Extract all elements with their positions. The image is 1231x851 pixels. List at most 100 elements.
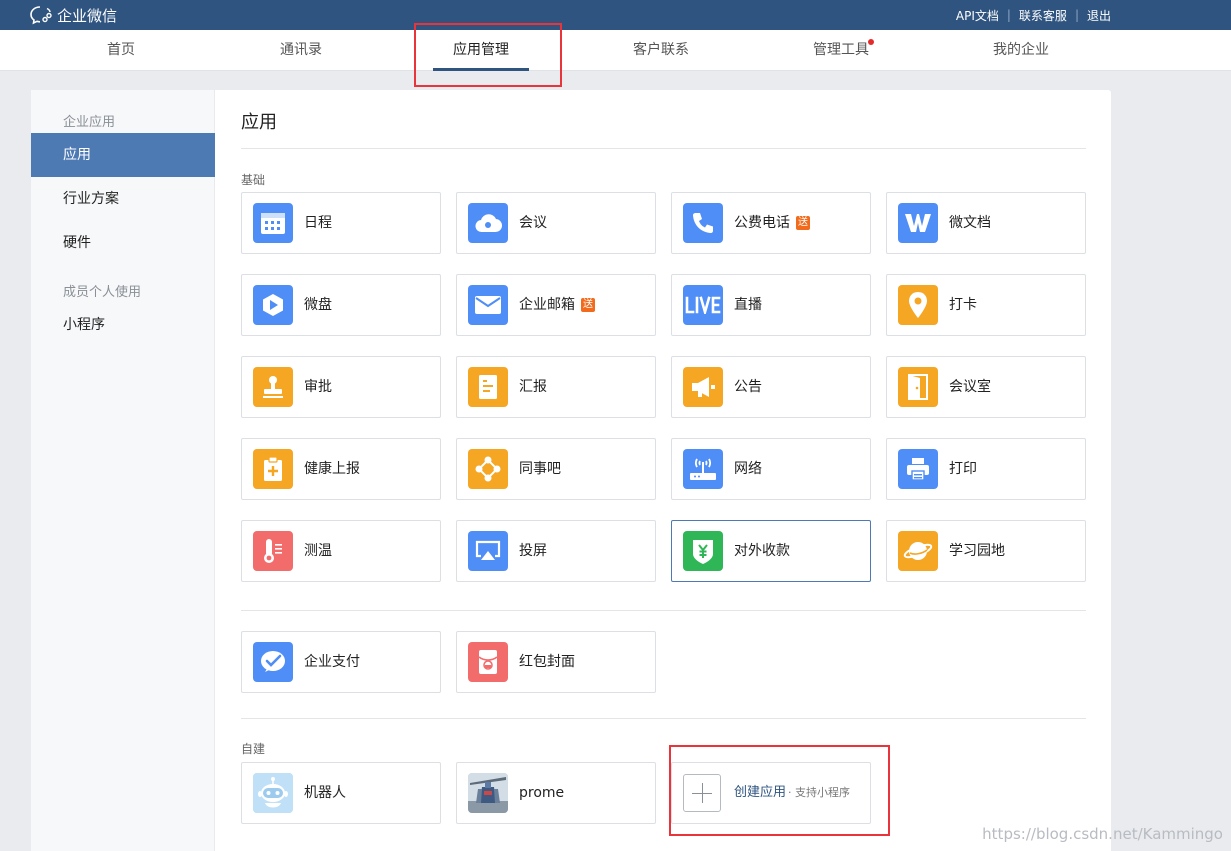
tab-customer-contact[interactable]: 客户联系 xyxy=(591,30,731,71)
sidebar-group-enterprise-apps: 企业应用 xyxy=(63,115,116,130)
app-label: 公告 xyxy=(734,379,762,395)
app-card-live[interactable]: 直播 xyxy=(671,274,871,336)
robot-icon xyxy=(253,773,293,813)
logo[interactable]: 企业微信 xyxy=(30,4,117,26)
sidebar-item-hardware[interactable]: 硬件 xyxy=(31,221,215,265)
drive-icon xyxy=(253,285,293,325)
share-icon xyxy=(468,449,508,489)
logo-text: 企业微信 xyxy=(57,6,118,25)
app-card-print[interactable]: 打印 xyxy=(886,438,1086,500)
app-card-network[interactable]: 网络 xyxy=(671,438,871,500)
app-card-temperature[interactable]: 测温 xyxy=(241,520,441,582)
app-card-prome[interactable]: prome xyxy=(456,762,656,824)
gundam-avatar-icon xyxy=(468,773,508,813)
app-card-announcement[interactable]: 公告 xyxy=(671,356,871,418)
tab-home[interactable]: 首页 xyxy=(51,30,191,71)
app-card-learning[interactable]: 学习园地 xyxy=(886,520,1086,582)
divider xyxy=(241,718,1086,719)
create-app-text: 创建应用 xyxy=(734,785,787,800)
app-label: 汇报 xyxy=(519,379,547,395)
contact-support-link[interactable]: 联系客服 xyxy=(1019,7,1067,24)
app-card-approval[interactable]: 审批 xyxy=(241,356,441,418)
sidebar-item-industry[interactable]: 行业方案 xyxy=(31,177,215,221)
tab-my-enterprise[interactable]: 我的企业 xyxy=(951,30,1091,71)
app-card-schedule[interactable]: 日程 xyxy=(241,192,441,254)
app-label: 学习园地 xyxy=(949,543,1005,559)
app-card-meeting-room[interactable]: 会议室 xyxy=(886,356,1086,418)
tab-contacts[interactable]: 通讯录 xyxy=(231,30,371,71)
create-app-sub: · 支持小程序 xyxy=(788,786,851,799)
section-label-basic: 基础 xyxy=(241,173,266,187)
app-card-meeting[interactable]: 会议 xyxy=(456,192,656,254)
app-label: 测温 xyxy=(304,543,332,559)
report-icon xyxy=(468,367,508,407)
airplay-icon xyxy=(468,531,508,571)
phone-icon xyxy=(683,203,723,243)
mail-icon xyxy=(468,285,508,325)
api-docs-link[interactable]: API文档 xyxy=(956,7,999,24)
app-label: 网络 xyxy=(734,461,762,477)
doc-w-icon xyxy=(898,203,938,243)
app-card-health-report[interactable]: 健康上报 xyxy=(241,438,441,500)
app-label: 会议 xyxy=(519,215,547,231)
planet-icon xyxy=(898,531,938,571)
gift-badge: 送 xyxy=(581,298,595,312)
tab-app-management[interactable]: 应用管理 xyxy=(411,30,551,71)
app-label: 红包封面 xyxy=(519,654,575,670)
separator: | xyxy=(1006,8,1011,22)
app-label: prome xyxy=(519,785,565,801)
sidebar-item-miniprogram[interactable]: 小程序 xyxy=(31,303,215,347)
red-envelope-icon xyxy=(468,642,508,682)
app-card-enterprise-pay[interactable]: 企业支付 xyxy=(241,631,441,693)
sidebar-group-personal: 成员个人使用 xyxy=(63,285,142,300)
app-card-public-phone[interactable]: 公费电话送 xyxy=(671,192,871,254)
live-icon xyxy=(683,285,723,325)
cloud-icon xyxy=(468,203,508,243)
health-icon xyxy=(253,449,293,489)
app-label: 微盘 xyxy=(304,297,332,313)
app-card-screencast[interactable]: 投屏 xyxy=(456,520,656,582)
top-links: API文档 | 联系客服 | 退出 xyxy=(956,0,1111,30)
app-label: 同事吧 xyxy=(519,461,561,477)
printer-icon xyxy=(898,449,938,489)
divider xyxy=(241,610,1086,611)
app-label: 投屏 xyxy=(519,543,547,559)
app-card-weidisk[interactable]: 微盘 xyxy=(241,274,441,336)
app-label: 日程 xyxy=(304,215,332,231)
app-label: 健康上报 xyxy=(304,461,360,477)
app-card-robot[interactable]: 机器人 xyxy=(241,762,441,824)
app-card-weidoc[interactable]: 微文档 xyxy=(886,192,1086,254)
app-card-checkin[interactable]: 打卡 xyxy=(886,274,1086,336)
page-title: 应用 xyxy=(241,112,277,133)
tab-management-tools[interactable]: 管理工具 xyxy=(771,30,911,71)
watermark: https://blog.csdn.net/Kammingo xyxy=(982,825,1223,843)
app-label-text: 公费电话 xyxy=(734,215,790,231)
wecom-logo-icon xyxy=(30,6,52,25)
stamp-icon xyxy=(253,367,293,407)
app-label: 打印 xyxy=(949,461,977,477)
main-nav: 首页 通讯录 应用管理 客户联系 管理工具 我的企业 xyxy=(0,30,1231,71)
create-app-button[interactable]: 创建应用 · 支持小程序 xyxy=(671,762,871,824)
app-label: 企业支付 xyxy=(304,654,360,670)
section-label-custom: 自建 xyxy=(241,742,266,756)
app-label: 对外收款 xyxy=(734,543,790,559)
gift-badge: 送 xyxy=(796,216,810,230)
app-label: 微文档 xyxy=(949,215,991,231)
app-card-colleague-bar[interactable]: 同事吧 xyxy=(456,438,656,500)
separator: | xyxy=(1074,8,1079,22)
app-card-red-envelope-cover[interactable]: 红包封面 xyxy=(456,631,656,693)
create-app-label: 创建应用 · 支持小程序 xyxy=(734,763,850,823)
thermometer-icon xyxy=(253,531,293,571)
pay-icon xyxy=(253,642,293,682)
plus-icon xyxy=(683,774,721,812)
sidebar-item-apps[interactable]: 应用 xyxy=(31,133,215,177)
app-label: 企业邮箱送 xyxy=(519,275,595,335)
app-label-text: 企业邮箱 xyxy=(519,297,575,313)
logout-link[interactable]: 退出 xyxy=(1087,7,1111,24)
app-card-mail[interactable]: 企业邮箱送 xyxy=(456,274,656,336)
app-label: 公费电话送 xyxy=(734,193,810,253)
app-card-external-payment[interactable]: 对外收款 xyxy=(671,520,871,582)
yuan-shield-icon xyxy=(683,531,723,571)
top-bar: 企业微信 API文档 | 联系客服 | 退出 xyxy=(0,0,1231,30)
app-card-report[interactable]: 汇报 xyxy=(456,356,656,418)
